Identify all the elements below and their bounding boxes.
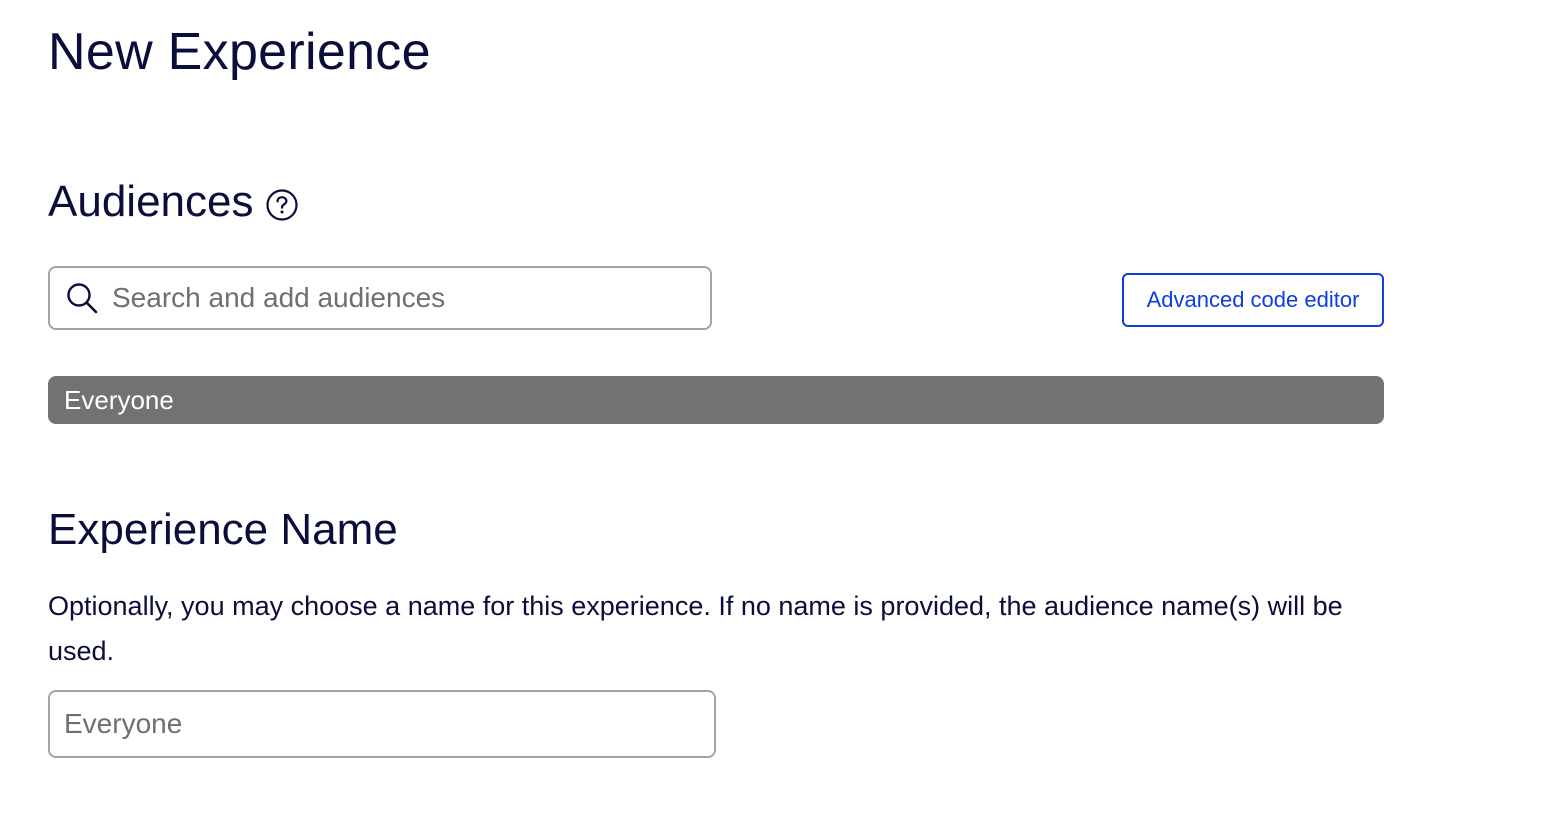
new-experience-page: New Experience Audiences Advanced code e…: [0, 0, 1566, 820]
selected-audience-label: Everyone: [64, 384, 174, 415]
search-icon: [64, 280, 100, 316]
audience-search-input[interactable]: [112, 282, 672, 314]
selected-audience-everyone[interactable]: Everyone: [48, 376, 1384, 424]
experience-name-input[interactable]: [64, 708, 684, 740]
advanced-code-editor-button[interactable]: Advanced code editor: [1122, 273, 1384, 327]
experience-name-field[interactable]: [48, 690, 716, 758]
audiences-section-heading: Audiences: [48, 174, 299, 230]
experience-name-heading: Experience Name: [48, 505, 398, 554]
question-circle-icon[interactable]: [265, 188, 299, 222]
audience-search-box[interactable]: [48, 266, 712, 330]
experience-name-description: Optionally, you may choose a name for th…: [48, 591, 1343, 666]
audiences-heading-label: Audiences: [48, 177, 254, 226]
page-title: New Experience: [48, 23, 431, 81]
